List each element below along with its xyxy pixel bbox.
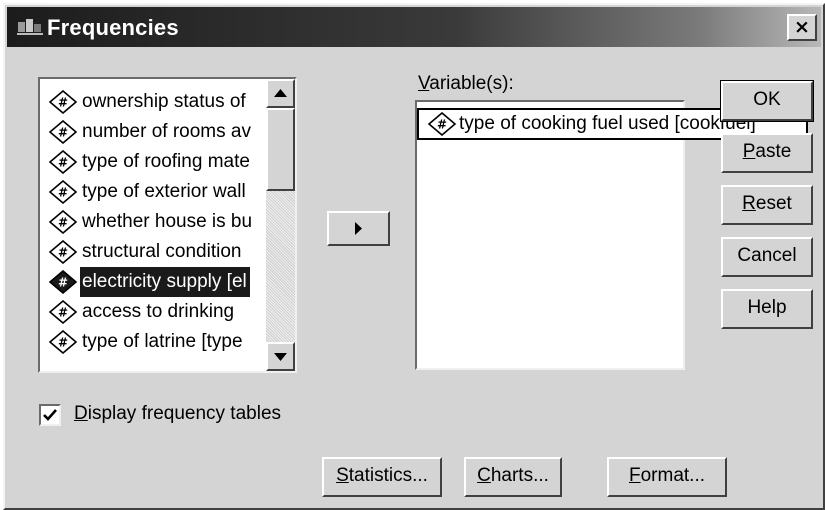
reset-button[interactable]: Reset: [721, 185, 813, 225]
source-variable-list[interactable]: # ownership status of # number of rooms av #…: [38, 77, 297, 373]
svg-text:#: #: [58, 276, 68, 290]
arrow-right-icon: [355, 222, 362, 235]
statistics-button[interactable]: Statistics...: [322, 457, 442, 497]
source-list-scrollbar[interactable]: [266, 79, 295, 371]
numeric-variable-icon: #: [48, 90, 78, 114]
numeric-variable-icon: #: [48, 330, 78, 354]
numeric-variable-icon: #: [48, 120, 78, 144]
help-button[interactable]: Help: [721, 289, 813, 329]
selected-variables-list[interactable]: [415, 100, 685, 370]
source-list-item[interactable]: # ownership status of: [46, 87, 266, 117]
numeric-variable-icon: #: [48, 300, 78, 324]
display-frequency-tables-checkbox[interactable]: [39, 404, 61, 426]
source-list-item-label: type of roofing mate: [82, 151, 250, 172]
svg-text:#: #: [58, 216, 68, 230]
arrow-up-icon: [274, 89, 287, 97]
selected-variable-label: type of cooking fuel used [cookfuel]: [459, 113, 756, 134]
source-list-item[interactable]: # electricity supply [el: [46, 267, 266, 297]
svg-text:#: #: [58, 156, 68, 170]
ok-button[interactable]: OK: [720, 80, 814, 122]
scroll-up-button[interactable]: [266, 79, 295, 108]
checkmark-icon: [43, 409, 57, 421]
source-list-item[interactable]: # type of latrine [type: [46, 327, 266, 357]
numeric-variable-icon: #: [427, 112, 457, 136]
app-icon: [17, 19, 43, 35]
svg-text:#: #: [58, 126, 68, 140]
frequencies-dialog: Frequencies × # ownership status of # numbe…: [3, 3, 825, 510]
source-list-item[interactable]: # whether house is bu: [46, 207, 266, 237]
numeric-variable-icon: #: [48, 180, 78, 204]
scroll-down-button[interactable]: [266, 342, 295, 371]
source-list-item[interactable]: # access to drinking: [46, 297, 266, 327]
arrow-down-icon: [274, 353, 287, 361]
source-list-item-label: whether house is bu: [82, 211, 253, 232]
numeric-variable-icon: #: [48, 210, 78, 234]
source-list-item-label: type of latrine [type: [82, 331, 243, 352]
source-list-item-label: structural condition: [82, 241, 242, 262]
svg-text:#: #: [58, 96, 68, 110]
source-list-item[interactable]: # type of exterior wall: [46, 177, 266, 207]
charts-button[interactable]: Charts...: [464, 457, 562, 497]
window-title: Frequencies: [47, 15, 179, 40]
numeric-variable-icon: #: [48, 270, 78, 294]
svg-text:#: #: [58, 306, 68, 320]
svg-text:#: #: [58, 336, 68, 350]
source-list-item-label: ownership status of: [82, 91, 246, 112]
source-list-item[interactable]: # number of rooms av: [46, 117, 266, 147]
close-button[interactable]: ×: [787, 14, 817, 41]
move-to-variables-button[interactable]: [327, 211, 390, 246]
source-list-item-label: type of exterior wall: [82, 181, 246, 202]
source-list-item[interactable]: # type of roofing mate: [46, 147, 266, 177]
title-bar: Frequencies ×: [7, 7, 821, 47]
format-button[interactable]: Format...: [607, 457, 727, 497]
scroll-thumb[interactable]: [266, 108, 295, 191]
paste-button[interactable]: Paste: [721, 133, 813, 173]
svg-text:#: #: [437, 118, 447, 132]
source-list-item-label: access to drinking: [82, 301, 235, 322]
svg-text:#: #: [58, 186, 68, 200]
numeric-variable-icon: #: [48, 150, 78, 174]
svg-text:#: #: [58, 246, 68, 260]
display-frequency-tables-label: Display frequency tables: [74, 403, 282, 424]
source-list-item[interactable]: # structural condition: [46, 237, 266, 267]
source-list-item-label: electricity supply [el: [80, 267, 250, 297]
cancel-button[interactable]: Cancel: [721, 237, 813, 277]
variables-label: Variable(s):: [418, 73, 514, 94]
numeric-variable-icon: #: [48, 240, 78, 264]
source-list-item-label: number of rooms av: [82, 121, 251, 142]
